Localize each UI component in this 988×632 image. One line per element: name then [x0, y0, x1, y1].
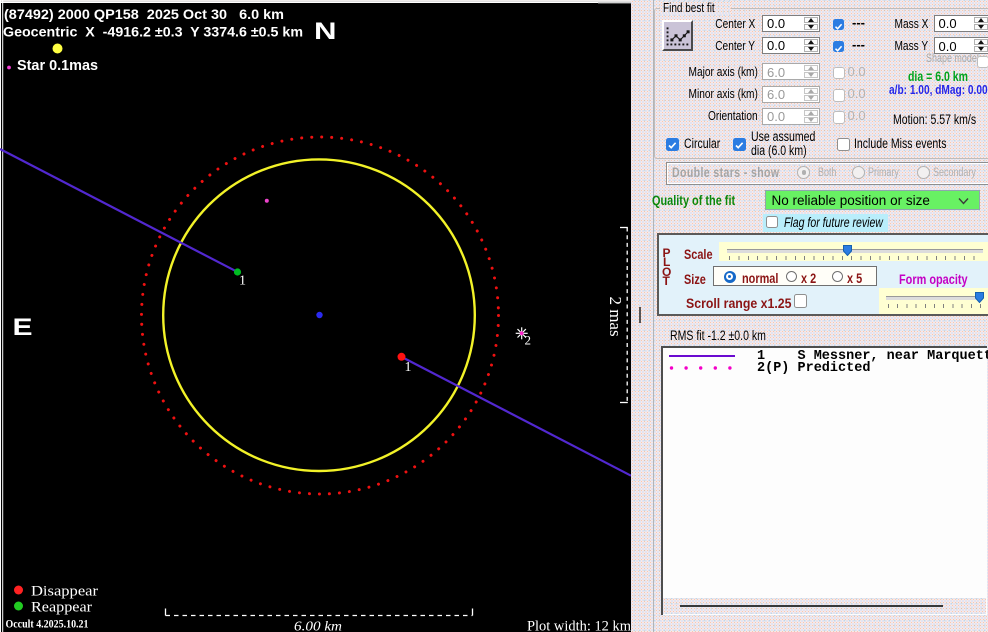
svg-text:Star 0.1mas: Star 0.1mas [17, 57, 98, 74]
svg-text:E: E [13, 313, 33, 340]
svg-text:1: 1 [405, 360, 412, 375]
svg-text:Geocentric X -4916.2 ±0.3 Y: Geocentric X -4916.2 ±0.3 Y 3374.6 ±0.5 … [3, 25, 303, 40]
svg-text:1: 1 [239, 274, 246, 289]
svg-text:N: N [314, 17, 337, 44]
svg-text:2 mas: 2 mas [606, 296, 625, 336]
svg-text:Disappear: Disappear [31, 584, 98, 600]
svg-text:Plot width: 12 km: Plot width: 12 km [527, 619, 631, 632]
svg-text:2: 2 [525, 333, 532, 348]
svg-text:Reappear: Reappear [31, 600, 92, 616]
svg-text:6.00 km: 6.00 km [294, 620, 342, 632]
svg-text:(87492) 2000 QP158 2025 Oct 3: (87492) 2000 QP158 2025 Oct 30 6.0 km [4, 7, 284, 22]
svg-text:Occult 4.2025.10.21: Occult 4.2025.10.21 [6, 619, 89, 631]
